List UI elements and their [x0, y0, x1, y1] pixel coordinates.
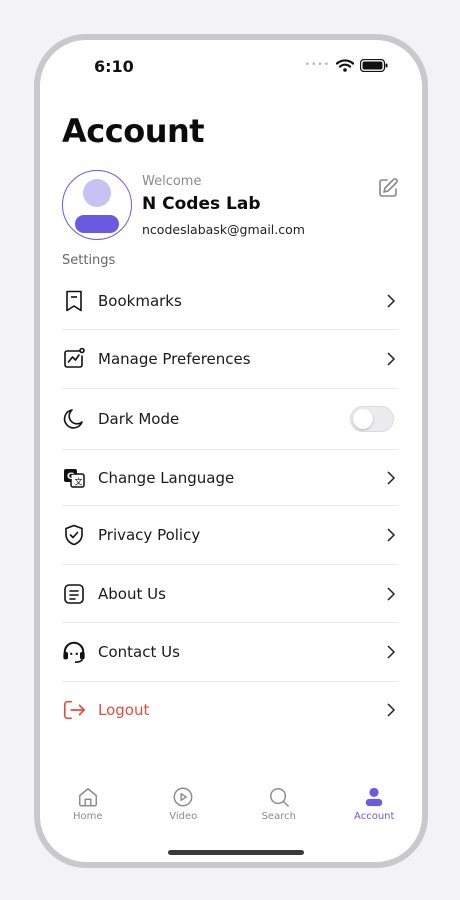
logout-icon — [62, 698, 86, 722]
tab-video[interactable]: Video — [136, 786, 232, 836]
menu-label-manage-preferences: Manage Preferences — [98, 350, 251, 368]
edit-icon — [379, 178, 398, 197]
toggle-knob — [353, 409, 373, 429]
menu-label-change-language: Change Language — [98, 468, 235, 487]
tab-search[interactable]: Search — [231, 786, 327, 836]
home-icon — [78, 788, 97, 807]
page-title: Account — [62, 112, 205, 150]
menu-label-privacy-policy: Privacy Policy — [98, 526, 201, 544]
chevron-right-icon — [387, 470, 396, 485]
tab-label-search: Search — [261, 811, 296, 822]
menu-label-dark-mode: Dark Mode — [98, 410, 180, 428]
menu-label-about-us: About Us — [98, 584, 166, 603]
tab-account[interactable]: Account — [327, 786, 423, 836]
chevron-right-icon — [387, 352, 396, 366]
svg-text:G: G — [67, 472, 74, 482]
status-bar: 6:10 •••• — [40, 40, 422, 96]
tab-label-home: Home — [72, 811, 103, 822]
chevron-right-icon — [387, 293, 396, 308]
preferences-chart-icon — [62, 347, 86, 371]
menu-item-contact-us[interactable]: Contact Us — [62, 623, 398, 682]
chevron-right-icon — [387, 586, 396, 601]
search-icon — [269, 788, 289, 807]
user-name: N Codes Lab — [142, 194, 261, 214]
welcome-text: Welcome — [142, 174, 202, 189]
menu-item-logout[interactable]: Logout — [62, 682, 398, 738]
signal-icon: •••• — [304, 60, 330, 70]
menu-label-logout: Logout — [98, 701, 150, 719]
tab-home[interactable]: Home — [40, 786, 136, 836]
tab-label-account: Account — [354, 811, 395, 822]
edit-profile-button[interactable] — [376, 176, 400, 200]
settings-menu: Bookmarks Manage Preferences Dark Mode G… — [62, 272, 398, 738]
menu-label-contact-us: Contact Us — [98, 643, 180, 661]
wifi-icon — [336, 59, 354, 72]
chevron-right-icon — [387, 528, 396, 542]
bookmark-icon — [62, 289, 86, 313]
svg-text:文: 文 — [75, 476, 83, 486]
menu-item-manage-preferences[interactable]: Manage Preferences — [62, 330, 398, 389]
moon-icon — [62, 407, 86, 431]
menu-item-privacy-policy[interactable]: Privacy Policy — [62, 506, 398, 565]
status-time: 6:10 — [94, 57, 134, 76]
tab-label-video: Video — [169, 811, 198, 822]
profile-card: Welcome N Codes Lab ncodeslabask@gmail.c… — [62, 170, 402, 242]
avatar — [62, 170, 132, 240]
chevron-right-icon — [387, 703, 396, 717]
menu-item-dark-mode: Dark Mode — [62, 389, 398, 450]
translate-icon: G 文 — [62, 466, 86, 490]
document-icon — [62, 582, 86, 606]
bottom-tab-bar: Home Video Search Account — [40, 786, 422, 836]
settings-section-label: Settings — [62, 253, 116, 268]
phone-screen: 6:10 •••• Account Welcome N Codes Lab nc… — [34, 34, 428, 868]
headset-icon — [62, 640, 86, 664]
menu-item-bookmarks[interactable]: Bookmarks — [62, 272, 398, 330]
battery-icon — [360, 59, 388, 72]
user-email: ncodeslabask@gmail.com — [142, 222, 305, 237]
dark-mode-toggle[interactable] — [350, 406, 394, 432]
play-circle-icon — [173, 787, 193, 807]
chevron-right-icon — [387, 645, 396, 659]
user-icon — [366, 787, 383, 807]
home-indicator — [168, 850, 304, 855]
menu-item-about-us[interactable]: About Us — [62, 565, 398, 623]
menu-item-change-language[interactable]: G 文 Change Language — [62, 450, 398, 506]
status-indicators: •••• — [305, 59, 388, 72]
shield-check-icon — [62, 523, 86, 547]
menu-label-bookmarks: Bookmarks — [98, 291, 182, 310]
